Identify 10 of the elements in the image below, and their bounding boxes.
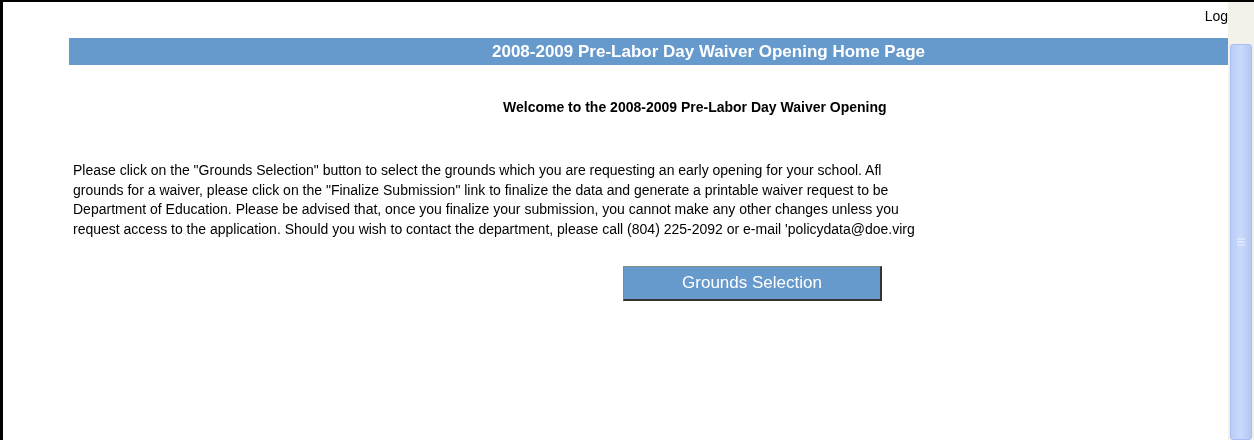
- instruction-line: grounds for a waiver, please click on the "Finalize Submission" link to finalize the data and generate a printable waiver request to be: [73, 180, 890, 200]
- scrollbar[interactable]: [1228, 2, 1254, 440]
- page-title: 2008-2009 Pre-Labor Day Waiver Opening Home Page: [491, 41, 925, 62]
- instruction-line: request access to the application. Should you wish to contact the department, please call (804) 225-2092 or e-mail 'policydata@doe.virg: [73, 219, 916, 239]
- welcome-heading: Welcome to the 2008-2009 Pre-Labor Day Waiver Opening: [503, 99, 888, 115]
- grip-icon: [1237, 238, 1245, 246]
- instruction-line: Please click on the "Grounds Selection" button to select the grounds which you are requesting an early opening for your school. Afl: [73, 161, 883, 180]
- instruction-line: Department of Education. Please be advised that, once you finalize your submission, you cannot make any other changes unless you: [73, 200, 900, 219]
- log-link[interactable]: Log: [1204, 8, 1228, 24]
- scroll-thumb[interactable]: [1230, 44, 1252, 440]
